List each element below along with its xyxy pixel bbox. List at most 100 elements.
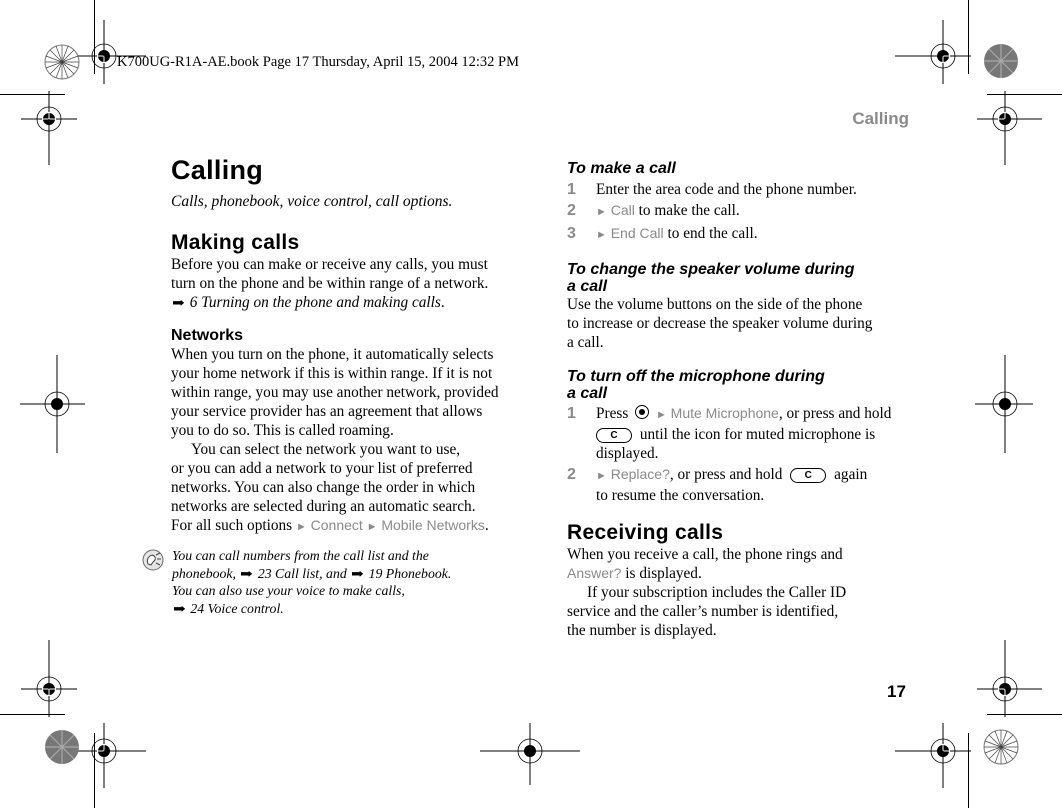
step-text: displayed. bbox=[596, 445, 659, 462]
speaker-volume-body: Use the volume buttons on the side of th… bbox=[567, 295, 912, 352]
menu-arrow-icon: ► bbox=[366, 521, 378, 533]
punctuation: . bbox=[280, 600, 284, 616]
text-line: Use the volume buttons on the side of th… bbox=[567, 296, 863, 313]
xref-arrow-icon: ➡ bbox=[173, 600, 186, 616]
menu-item-connect[interactable]: Connect bbox=[311, 517, 363, 533]
procedure-heading-make-call: To make a call bbox=[567, 160, 676, 177]
menu-item-call[interactable]: Call bbox=[611, 202, 635, 218]
text-line: turn on the phone and be within range of… bbox=[171, 275, 489, 292]
answer-prompt-label: Answer? bbox=[567, 565, 622, 581]
step-item: 2 ► Replace?, or press and hold C again … bbox=[567, 465, 912, 505]
menu-item-replace[interactable]: Replace? bbox=[611, 466, 670, 482]
step-text: until the icon for muted microphone is bbox=[639, 426, 876, 443]
text-line: service and the caller’s number is ident… bbox=[567, 603, 839, 620]
step-number: 3 bbox=[567, 225, 576, 242]
menu-arrow-icon: ► bbox=[596, 206, 607, 218]
chapter-title: Calling bbox=[171, 155, 264, 185]
page-number: 17 bbox=[887, 682, 906, 701]
step-text: to end the call. bbox=[667, 225, 758, 242]
networks-body: When you turn on the phone, it automatic… bbox=[171, 345, 516, 537]
menu-arrow-icon: ► bbox=[655, 409, 667, 421]
step-text: to make the call. bbox=[638, 202, 740, 219]
step-item: 1 Press ► Mute Microphone, or press and … bbox=[567, 404, 912, 463]
tip-bulb-icon bbox=[142, 549, 164, 571]
cross-reference-link[interactable]: 6 Turning on the phone and making calls bbox=[190, 294, 441, 311]
section-heading-making-calls: Making calls bbox=[171, 231, 300, 254]
text-line: If your subscription includes the Caller… bbox=[587, 584, 847, 601]
step-text: , or press and hold bbox=[669, 466, 783, 483]
heading-line: a call bbox=[567, 278, 608, 295]
left-column: Calling Calls, phonebook, voice control,… bbox=[171, 155, 516, 537]
menu-item-mute-microphone[interactable]: Mute Microphone bbox=[671, 405, 779, 421]
tip-note: You can call numbers from the call list … bbox=[142, 547, 502, 617]
making-calls-body: Before you can make or receive any calls… bbox=[171, 255, 516, 312]
text-fragment: and bbox=[326, 565, 347, 581]
make-call-steps: 1 Enter the area code and the phone numb… bbox=[567, 179, 912, 246]
menu-arrow-icon: ► bbox=[295, 521, 307, 533]
step-item: 3 ► End Call to end the call. bbox=[567, 223, 912, 246]
text-line: you to do so. This is called roaming. bbox=[171, 422, 394, 439]
rosette-mark-icon bbox=[984, 44, 1018, 78]
cross-reference-link[interactable]: 23 Call list, bbox=[258, 566, 323, 581]
right-column: To make a call 1 Enter the area code and… bbox=[567, 160, 912, 640]
rosette-mark-icon bbox=[44, 44, 80, 80]
menu-arrow-icon: ► bbox=[596, 470, 607, 482]
step-text: , or press and hold bbox=[778, 405, 892, 422]
text-line: networks are selected during an automati… bbox=[171, 498, 476, 515]
step-number: 1 bbox=[567, 181, 576, 198]
text-fragment: is displayed. bbox=[625, 565, 702, 582]
text-line: your home network if this is within rang… bbox=[171, 365, 493, 382]
heading-line: a call bbox=[567, 385, 608, 402]
text-line: You can call numbers from the call list … bbox=[172, 548, 429, 563]
section-heading-receiving-calls: Receiving calls bbox=[567, 521, 724, 544]
text-line: When you turn on the phone, it automatic… bbox=[171, 346, 494, 363]
text-fragment: phonebook, bbox=[172, 565, 236, 581]
clear-key-icon: C bbox=[596, 428, 632, 443]
text-line: Before you can make or receive any calls… bbox=[171, 256, 488, 273]
text-line: networks. You can also change the order … bbox=[171, 479, 476, 496]
cross-reference-link[interactable]: 24 Voice control bbox=[190, 601, 280, 616]
text-line: the number is displayed. bbox=[567, 622, 717, 639]
text-line: When you receive a call, the phone rings… bbox=[567, 546, 843, 563]
punctuation: . bbox=[484, 517, 489, 534]
menu-arrow-icon: ► bbox=[596, 229, 607, 241]
procedure-heading-speaker-volume: To change the speaker volume during a ca… bbox=[567, 261, 912, 295]
menu-item-mobile-networks[interactable]: Mobile Networks bbox=[381, 517, 484, 533]
step-number: 2 bbox=[567, 466, 576, 483]
step-item: 1 Enter the area code and the phone numb… bbox=[567, 179, 912, 200]
rosette-mark-icon bbox=[45, 730, 79, 764]
xref-arrow-icon: ➡ bbox=[172, 295, 185, 310]
text-line: within range, you may use another networ… bbox=[171, 384, 499, 401]
procedure-heading-microphone: To turn off the microphone during a call bbox=[567, 368, 912, 402]
navigation-key-icon bbox=[635, 405, 650, 419]
step-text: to resume the conversation. bbox=[596, 487, 765, 504]
running-head: Calling bbox=[852, 109, 909, 128]
text-line: or you can add a network to your list of… bbox=[171, 460, 473, 477]
step-text: again bbox=[834, 466, 868, 483]
menu-item-end-call[interactable]: End Call bbox=[611, 225, 664, 241]
subsection-heading-networks: Networks bbox=[171, 327, 244, 344]
text-line: You can select the network you want to u… bbox=[191, 441, 461, 458]
text-line: You can also use your voice to make call… bbox=[172, 583, 405, 598]
text-line: For all such options bbox=[171, 517, 293, 534]
cross-reference-link[interactable]: 19 Phonebook bbox=[369, 566, 448, 581]
xref-arrow-icon: ➡ bbox=[351, 565, 364, 581]
slug-line: K700UG-R1A-AE.book Page 17 Thursday, Apr… bbox=[117, 54, 519, 70]
text-line: to increase or decrease the speaker volu… bbox=[567, 315, 873, 332]
receiving-calls-body: When you receive a call, the phone rings… bbox=[567, 545, 912, 640]
punctuation: . bbox=[440, 294, 445, 311]
heading-line: To change the speaker volume during bbox=[567, 261, 855, 278]
step-number: 2 bbox=[567, 202, 576, 219]
rosette-mark-icon bbox=[983, 729, 1019, 765]
step-item: 2 ► Call to make the call. bbox=[567, 200, 912, 223]
heading-line: To turn off the microphone during bbox=[567, 368, 825, 385]
text-line: a call. bbox=[567, 334, 604, 351]
microphone-steps: 1 Press ► Mute Microphone, or press and … bbox=[567, 404, 912, 505]
clear-key-icon: C bbox=[790, 468, 827, 483]
punctuation: . bbox=[447, 565, 452, 581]
xref-arrow-icon: ➡ bbox=[240, 565, 254, 581]
step-text: Press bbox=[596, 405, 629, 422]
text-line: your service provider has an agreement t… bbox=[171, 403, 483, 420]
chapter-subtitle: Calls, phonebook, voice control, call op… bbox=[171, 193, 453, 210]
step-text: Enter the area code and the phone number… bbox=[596, 181, 857, 198]
